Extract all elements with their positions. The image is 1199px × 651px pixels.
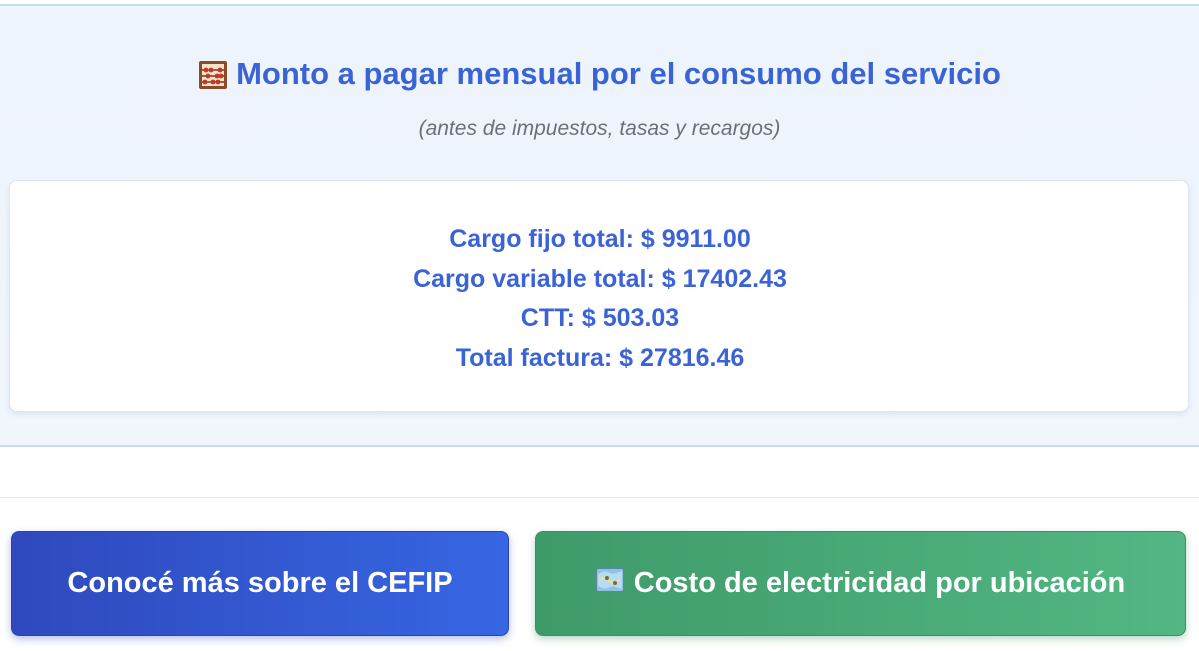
section-divider — [0, 497, 1199, 498]
billing-summary-panel: Monto a pagar mensual por el consumo del… — [0, 4, 1199, 447]
cost-by-location-label: Costo de electricidad por ubicación — [633, 567, 1126, 599]
abacus-icon — [198, 60, 228, 100]
fixed-charge-total: Cargo fijo total: $ 9911.00 — [449, 225, 751, 253]
variable-charge-total: Cargo variable total: $ 17402.43 — [413, 264, 787, 293]
map-icon — [595, 567, 624, 600]
summary-title-text: Monto a pagar mensual por el consumo del… — [236, 56, 1001, 91]
ctt-charge: CTT: $ 503.03 — [520, 304, 680, 332]
results-card: Cargo fijo total: $ 9911.00 Cargo variab… — [9, 180, 1189, 412]
summary-subtitle: (antes de impuestos, tasas y recargos) — [418, 117, 781, 140]
learn-more-cefip-label: Conocé más sobre el CEFIP — [67, 567, 453, 599]
cost-by-location-button[interactable]: Costo de electricidad por ubicación — [535, 531, 1186, 636]
invoice-total: Total factura: $ 27816.46 — [455, 343, 745, 372]
results-list: Cargo fijo total: $ 9911.00 Cargo variab… — [10, 220, 1190, 378]
summary-title: Monto a pagar mensual por el consumo del… — [0, 54, 1199, 100]
learn-more-cefip-button[interactable]: Conocé más sobre el CEFIP — [11, 531, 509, 636]
